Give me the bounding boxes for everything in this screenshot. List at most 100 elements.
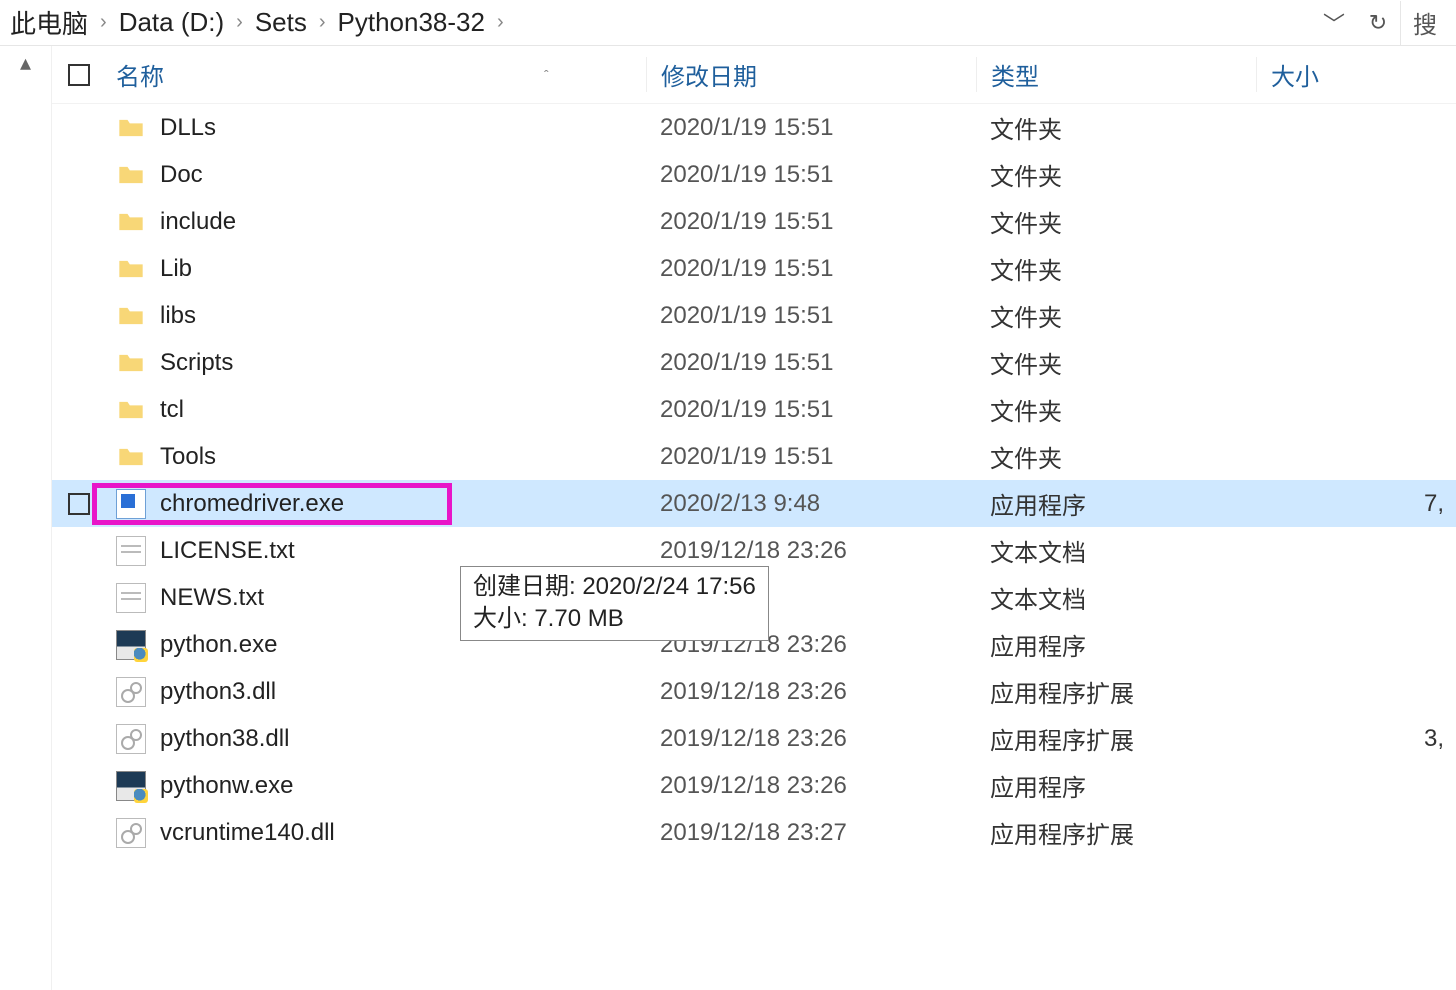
file-name: chromedriver.exe: [160, 490, 344, 518]
file-date: 2019/12/18 23:26: [646, 725, 976, 753]
file-type: 应用程序扩展: [976, 815, 1256, 850]
column-header-date[interactable]: 修改日期: [646, 57, 976, 92]
column-header-name[interactable]: 名称 ˆ: [106, 57, 646, 92]
text-file-icon: [116, 536, 146, 566]
file-row[interactable]: include 2020/1/19 15:51文件夹: [52, 198, 1456, 245]
file-row[interactable]: Tools 2020/1/19 15:51文件夹: [52, 433, 1456, 480]
folder-icon: [116, 348, 146, 378]
file-name: DLLs: [160, 114, 216, 142]
file-name: LICENSE.txt: [160, 537, 295, 565]
file-type: 文件夹: [976, 439, 1256, 474]
file-name: NEWS.txt: [160, 584, 264, 612]
file-date: 2020/1/19 15:51: [646, 443, 976, 471]
folder-icon: [116, 207, 146, 237]
folder-icon: [116, 160, 146, 190]
chevron-right-icon[interactable]: ›: [487, 11, 514, 34]
file-tooltip: 创建日期: 2020/2/24 17:56 大小: 7.70 MB: [460, 566, 769, 641]
column-header-label: 名称: [116, 57, 164, 92]
file-type: 应用程序: [976, 768, 1256, 803]
file-type: 应用程序: [976, 627, 1256, 662]
file-type: 文件夹: [976, 204, 1256, 239]
file-type: 文件夹: [976, 251, 1256, 286]
row-checkbox[interactable]: [68, 493, 90, 515]
dll-file-icon: [116, 677, 146, 707]
file-row[interactable]: Doc 2020/1/19 15:51文件夹: [52, 151, 1456, 198]
file-name: Doc: [160, 161, 203, 189]
folder-icon: [116, 254, 146, 284]
file-name: include: [160, 208, 236, 236]
file-name: libs: [160, 302, 196, 330]
python-exe-icon: [116, 771, 146, 801]
file-date: 2019/12/18 23:27: [646, 819, 976, 847]
file-type: 文本文档: [976, 580, 1256, 615]
file-date: 2020/1/19 15:51: [646, 349, 976, 377]
folder-icon: [116, 301, 146, 331]
python-exe-icon: [116, 630, 146, 660]
folder-icon: [116, 395, 146, 425]
file-date: 2019/12/18 23:26: [646, 772, 976, 800]
file-date: 2020/2/13 9:48: [646, 490, 976, 518]
sort-indicator-icon: ˆ: [544, 67, 549, 83]
breadcrumb-item[interactable]: Sets: [253, 7, 309, 38]
select-all-checkbox[interactable]: [52, 64, 106, 86]
file-name: python.exe: [160, 631, 277, 659]
dll-file-icon: [116, 818, 146, 848]
tooltip-line: 大小: 7.70 MB: [473, 603, 756, 635]
chevron-right-icon[interactable]: ›: [309, 11, 336, 34]
file-date: 2020/1/19 15:51: [646, 114, 976, 142]
file-type: 文件夹: [976, 157, 1256, 192]
file-type: 文件夹: [976, 298, 1256, 333]
file-date: 2020/1/19 15:51: [646, 396, 976, 424]
file-name: python38.dll: [160, 725, 289, 753]
file-row[interactable]: DLLs 2020/1/19 15:51文件夹: [52, 104, 1456, 151]
address-bar[interactable]: 此电脑 › Data (D:) › Sets › Python38-32 › ﹀…: [0, 0, 1456, 46]
file-type: 文件夹: [976, 110, 1256, 145]
column-header-type[interactable]: 类型: [976, 57, 1256, 92]
chevron-right-icon[interactable]: ›: [90, 11, 117, 34]
dll-file-icon: [116, 724, 146, 754]
file-size: 7,: [1256, 490, 1456, 518]
file-date: 2020/1/19 15:51: [646, 161, 976, 189]
file-row[interactable]: Lib 2020/1/19 15:51文件夹: [52, 245, 1456, 292]
file-name: tcl: [160, 396, 184, 424]
file-type: 文件夹: [976, 392, 1256, 427]
file-row[interactable]: libs2020/1/19 15:51文件夹: [52, 292, 1456, 339]
file-name: Scripts: [160, 349, 233, 377]
file-row[interactable]: tcl 2020/1/19 15:51文件夹: [52, 386, 1456, 433]
file-date: 2020/1/19 15:51: [646, 208, 976, 236]
file-date: 2019/12/18 23:26: [646, 678, 976, 706]
refresh-button[interactable]: ↻: [1356, 1, 1400, 45]
file-type: 文件夹: [976, 345, 1256, 380]
file-date: 2020/1/19 15:51: [646, 255, 976, 283]
file-list-pane: 名称 ˆ 修改日期 类型 大小 DLLs2020/1/19 15:51文件夹Do…: [52, 46, 1456, 990]
file-name: vcruntime140.dll: [160, 819, 335, 847]
file-size: 3,: [1256, 725, 1456, 753]
file-row[interactable]: python3.dll2019/12/18 23:26应用程序扩展: [52, 668, 1456, 715]
file-row[interactable]: pythonw.exe 2019/12/18 23:26应用程序: [52, 762, 1456, 809]
file-type: 应用程序: [976, 486, 1256, 521]
breadcrumb-item[interactable]: 此电脑: [8, 4, 90, 41]
file-row[interactable]: chromedriver.exe 2020/2/13 9:48应用程序7,: [52, 480, 1456, 527]
file-row[interactable]: vcruntime140.dll 2019/12/18 23:27应用程序扩展: [52, 809, 1456, 856]
file-type: 应用程序扩展: [976, 674, 1256, 709]
chevron-right-icon[interactable]: ›: [226, 11, 253, 34]
file-name: Lib: [160, 255, 192, 283]
breadcrumb-item[interactable]: Data (D:): [117, 7, 226, 38]
folder-icon: [116, 113, 146, 143]
file-row[interactable]: python38.dll 2019/12/18 23:26应用程序扩展3,: [52, 715, 1456, 762]
column-header-size[interactable]: 大小: [1256, 57, 1456, 92]
file-row[interactable]: Scripts 2020/1/19 15:51文件夹: [52, 339, 1456, 386]
file-type: 文本文档: [976, 533, 1256, 568]
breadcrumb-item[interactable]: Python38-32: [336, 7, 487, 38]
tooltip-line: 创建日期: 2020/2/24 17:56: [473, 571, 756, 603]
file-name: pythonw.exe: [160, 772, 293, 800]
search-box[interactable]: 搜: [1400, 1, 1456, 45]
scroll-up-icon[interactable]: ▴: [0, 50, 51, 76]
nav-scrollbar[interactable]: ▴: [0, 46, 52, 990]
file-date: 2019/12/18 23:26: [646, 537, 976, 565]
application-icon: [116, 489, 146, 519]
history-dropdown-button[interactable]: ﹀: [1312, 1, 1356, 45]
file-type: 应用程序扩展: [976, 721, 1256, 756]
text-file-icon: [116, 583, 146, 613]
file-name: Tools: [160, 443, 216, 471]
